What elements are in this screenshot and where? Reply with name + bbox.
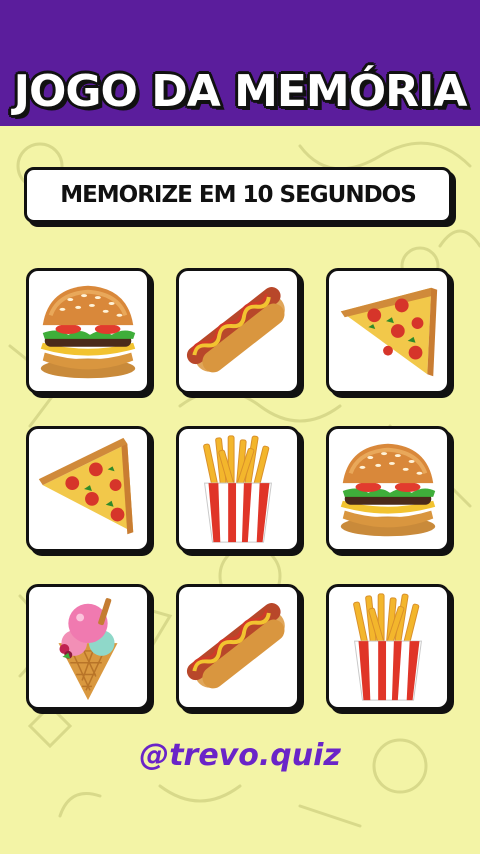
page-title: JOGO DA MEMÓRIA — [13, 66, 468, 117]
icecream-icon — [29, 587, 147, 707]
memory-card-9[interactable] — [326, 584, 450, 710]
memory-card-6[interactable] — [326, 426, 450, 552]
creator-handle: @trevo.quiz — [139, 738, 341, 773]
memory-card-4[interactable] — [26, 426, 150, 552]
memory-card-2[interactable] — [176, 268, 300, 394]
instruction-banner: MEMORIZE EM 10 SEGUNDOS — [24, 167, 452, 223]
memory-card-7[interactable] — [26, 584, 150, 710]
memory-card-1[interactable] — [26, 268, 150, 394]
fries-icon — [329, 587, 447, 707]
burger-icon — [329, 429, 447, 549]
fries-icon — [179, 429, 297, 549]
hotdog-icon — [179, 587, 297, 707]
instruction-text: MEMORIZE EM 10 SEGUNDOS — [60, 182, 417, 208]
memory-card-8[interactable] — [176, 584, 300, 710]
pizza-icon — [329, 271, 447, 391]
memory-card-3[interactable] — [326, 268, 450, 394]
pizza-icon — [29, 429, 147, 549]
burger-icon — [29, 271, 147, 391]
hotdog-icon — [179, 271, 297, 391]
memory-card-5[interactable] — [176, 426, 300, 552]
